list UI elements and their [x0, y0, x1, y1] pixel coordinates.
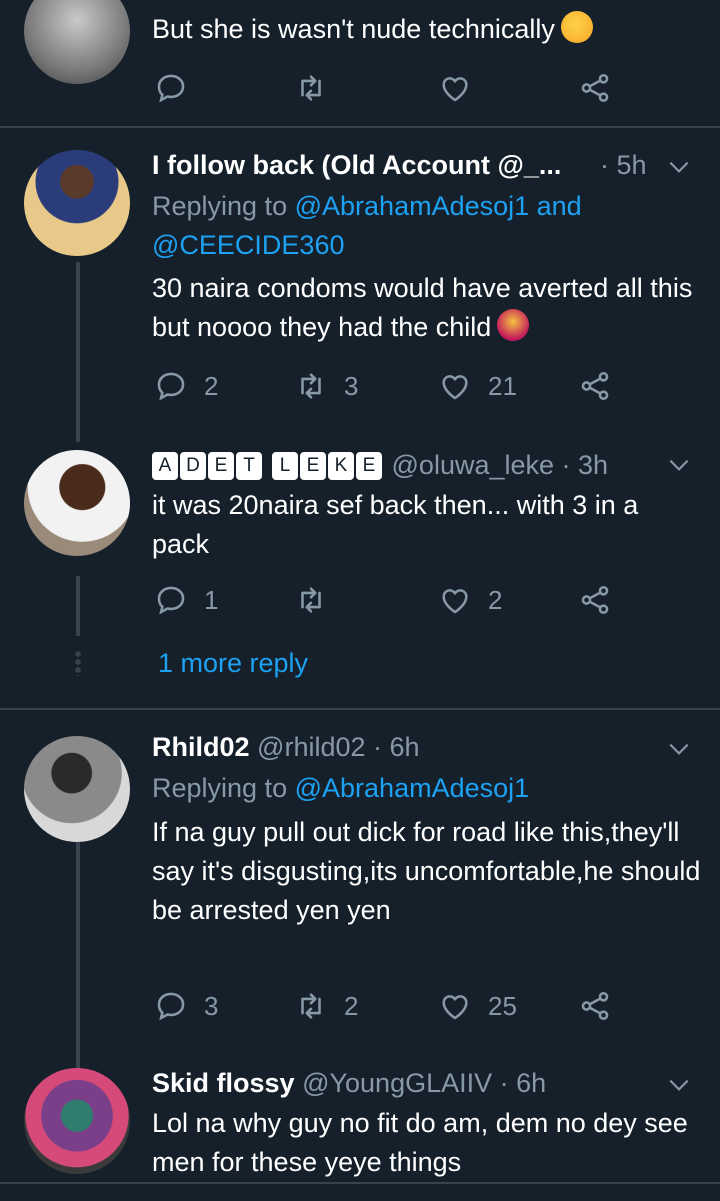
tweet-text: If na guy pull out dick for road like th… [152, 817, 701, 925]
retweet-icon [301, 993, 321, 1019]
avatar[interactable] [24, 0, 130, 84]
tweet-2[interactable]: ADETLEKE @oluwa_leke · 3h it was 20naira… [0, 424, 720, 684]
more-replies-link[interactable]: 1 more reply [158, 648, 308, 679]
heart-icon [442, 77, 468, 102]
tweet-actions: 1 2 [152, 580, 632, 620]
like-button[interactable]: 25 [438, 986, 517, 1026]
badge-letter: E [208, 452, 234, 480]
share-icon [581, 73, 609, 103]
heart-icon [442, 995, 468, 1020]
tweet-actions: 3 2 25 [152, 986, 632, 1026]
retweet-icon [301, 75, 321, 101]
tweet-3[interactable]: Rhild02 @rhild02 · 6h Replying to @Abrah… [0, 710, 720, 1055]
heart-icon [442, 375, 468, 400]
tweet-0[interactable]: But she is wasn't nude technically [0, 0, 720, 125]
timestamp: · 6h [499, 1068, 547, 1098]
reply-icon [157, 372, 185, 401]
divider [0, 1182, 720, 1184]
share-button[interactable] [578, 366, 612, 406]
heart-icon [442, 589, 468, 614]
tweet-actions: 2 3 21 [152, 366, 632, 406]
badge-letter: E [300, 452, 326, 480]
display-name-badges[interactable]: ADETLEKE [152, 450, 392, 480]
reply-button[interactable]: 3 [154, 986, 218, 1026]
reply-count: 3 [204, 990, 219, 1021]
mention-link[interactable]: @AbrahamAdesoj1 [295, 773, 530, 803]
display-name[interactable]: I follow back (Old Account @_... [152, 150, 561, 180]
retweet-count: 3 [344, 370, 359, 401]
tweet-text: Lol na why guy no fit do am, dem no dey … [152, 1108, 688, 1177]
badge-letter: E [356, 452, 382, 480]
badge-letter: K [328, 452, 354, 480]
tweet-text: it was 20naira sef back then... with 3 i… [152, 490, 639, 559]
chevron-down-icon[interactable] [666, 736, 692, 762]
replying-label: Replying to [152, 773, 288, 803]
like-button[interactable] [438, 68, 472, 108]
timestamp: · 3h [561, 450, 609, 480]
reply-button[interactable]: 1 [154, 580, 218, 620]
more-replies-dots [75, 650, 81, 676]
share-icon [581, 991, 609, 1021]
reply-icon [157, 74, 185, 103]
reply-icon [157, 586, 185, 615]
timestamp: · 5h [600, 150, 647, 180]
tweet-4[interactable]: Skid flossy @YoungGLAIIV · 6h Lol na why… [0, 1060, 720, 1201]
chevron-down-icon[interactable] [666, 1072, 692, 1098]
retweet-icon [301, 373, 321, 399]
avatar[interactable] [24, 450, 130, 556]
handle[interactable]: @oluwa_leke [392, 450, 555, 480]
badge-letter: D [180, 452, 206, 480]
chevron-down-icon[interactable] [666, 154, 692, 180]
reply-icon [157, 992, 185, 1021]
mention-link[interactable]: @CEECIDE360 [152, 230, 344, 260]
avatar[interactable] [24, 736, 130, 842]
avatar[interactable] [24, 1068, 130, 1174]
mention-link[interactable]: @AbrahamAdesoj1 and [295, 191, 582, 221]
retweet-count: 2 [344, 990, 359, 1021]
share-button[interactable] [578, 986, 612, 1026]
reply-count: 1 [204, 584, 219, 615]
reply-button[interactable]: 2 [154, 366, 218, 406]
tweet-actions [152, 68, 632, 108]
reply-button[interactable] [154, 68, 188, 108]
display-name[interactable]: Skid flossy [152, 1068, 295, 1098]
tweet-text: But she is wasn't nude technically [152, 14, 555, 44]
badge-letter: T [236, 452, 262, 480]
thinking-face-emoji [560, 11, 593, 43]
badge-letter: L [272, 452, 298, 480]
retweet-button[interactable] [294, 580, 328, 620]
share-button[interactable] [578, 580, 612, 620]
avatar[interactable] [24, 150, 130, 256]
retweet-button[interactable]: 3 [294, 366, 358, 406]
handle[interactable]: @rhild02 [257, 732, 365, 762]
share-icon [581, 371, 609, 401]
handle[interactable]: @YoungGLAIIV [302, 1068, 492, 1098]
replying-label: Replying to [152, 191, 288, 221]
reply-count: 2 [204, 370, 219, 401]
like-button[interactable]: 2 [438, 580, 502, 620]
like-button[interactable]: 21 [438, 366, 517, 406]
tweet-text: 30 naira condoms would have averted all … [152, 273, 693, 342]
like-count: 21 [488, 370, 517, 401]
retweet-button[interactable] [294, 68, 328, 108]
like-count: 25 [488, 990, 517, 1021]
tweet-1[interactable]: I follow back (Old Account @_... · 5h Re… [0, 128, 720, 418]
facepalm-emoji [497, 309, 530, 341]
share-icon [581, 585, 609, 615]
retweet-button[interactable]: 2 [294, 986, 358, 1026]
retweet-icon [301, 587, 321, 613]
like-count: 2 [488, 584, 503, 615]
share-button[interactable] [578, 68, 612, 108]
badge-letter: A [152, 452, 178, 480]
chevron-down-icon[interactable] [666, 452, 692, 478]
display-name[interactable]: Rhild02 [152, 732, 250, 762]
timestamp: · 6h [373, 732, 420, 762]
